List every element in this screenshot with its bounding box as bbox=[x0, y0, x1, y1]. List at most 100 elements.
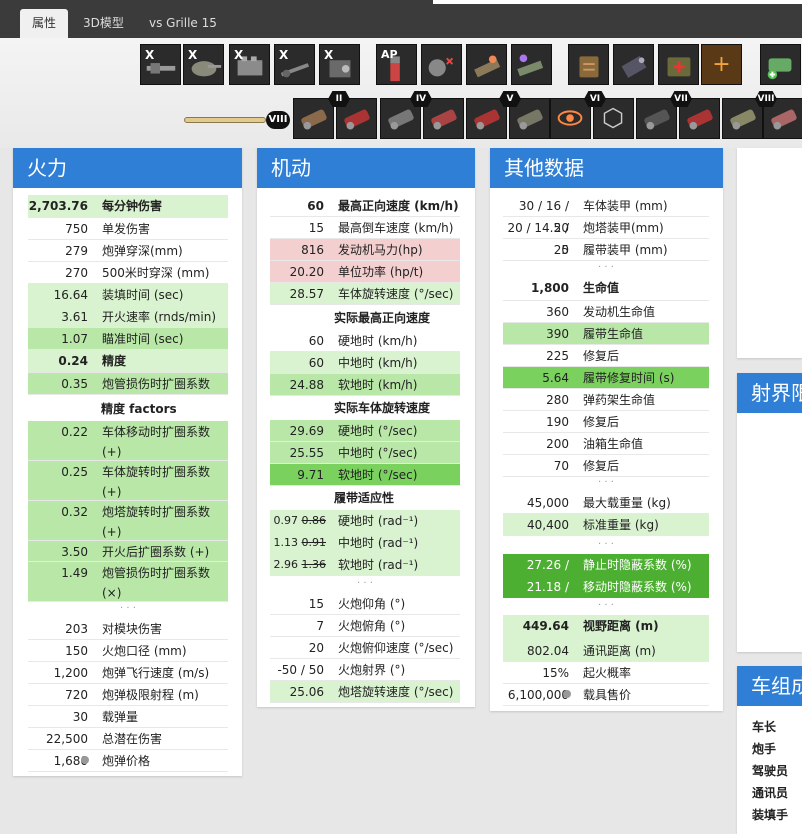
module-slot[interactable] bbox=[722, 98, 763, 139]
stat-value: 279 bbox=[65, 244, 88, 258]
preview-panel bbox=[737, 148, 802, 358]
stat-value: 30 bbox=[72, 710, 88, 724]
stat-row: 2.96 1.36 软地时 (rad⁻¹) bbox=[270, 554, 460, 576]
stat-row: 150 火炮口径 (mm) bbox=[28, 640, 228, 662]
stat-value: 28.57 bbox=[289, 287, 324, 301]
row-divider bbox=[270, 575, 460, 576]
stat-label: 车体旋转速度 (°/sec) bbox=[338, 287, 454, 301]
top-divider bbox=[433, 0, 802, 4]
crew-member[interactable]: 炮手 bbox=[752, 740, 776, 757]
stat-label: 车体装甲 (mm) bbox=[583, 199, 668, 213]
equipment-slot[interactable] bbox=[568, 44, 609, 85]
stat-row: 0.35 炮管损伤时扩圈系数 bbox=[28, 373, 228, 395]
crew-member[interactable]: 车长 bbox=[752, 718, 776, 735]
stat-row: 390 履带生命值 bbox=[503, 323, 709, 345]
stat-value: 1,200 bbox=[53, 666, 88, 680]
old-value: 0.86 bbox=[301, 514, 327, 527]
new-value: 0.97 bbox=[273, 514, 302, 527]
stat-label: 对模块伤害 bbox=[102, 622, 163, 636]
tier-badge-small: II bbox=[328, 91, 350, 107]
stat-row: 2,703.76 每分钟伤害 bbox=[28, 195, 228, 218]
row-divider bbox=[270, 304, 460, 305]
first-aid-icon bbox=[667, 57, 691, 77]
equipment-slot[interactable] bbox=[511, 44, 552, 85]
stat-row: 60 硬地时 (km/h) bbox=[270, 330, 460, 352]
stat-row: 1,800 生命值 bbox=[503, 277, 709, 301]
other-data-title: 其他数据 bbox=[490, 148, 723, 188]
stat-value: 390 bbox=[546, 327, 569, 341]
stat-value: 200 bbox=[546, 437, 569, 451]
stat-value: 25.06 bbox=[289, 685, 324, 699]
crew-member[interactable]: 通讯员 bbox=[752, 784, 788, 801]
stat-label: 视野距离 (m) bbox=[583, 619, 659, 633]
stat-label: 通讯距离 (m) bbox=[583, 644, 656, 658]
extinguisher-icon bbox=[621, 55, 647, 78]
stat-value: 1,800 bbox=[531, 281, 569, 295]
module-slot[interactable] bbox=[466, 98, 507, 139]
equipment-slot[interactable]: X bbox=[274, 44, 315, 85]
module-slot[interactable] bbox=[636, 98, 677, 139]
stat-value: 0.24 bbox=[58, 354, 88, 368]
more-dots: · · · bbox=[598, 477, 614, 488]
equipment-slot[interactable] bbox=[421, 44, 462, 85]
tab-compare[interactable]: vs Grille 15 bbox=[137, 9, 229, 38]
stat-row: 200 油箱生命值 bbox=[503, 433, 709, 455]
real-turn-heading: 实际车体旋转速度 bbox=[334, 401, 431, 415]
stat-value: -50 / 50 bbox=[277, 663, 324, 677]
tab-properties[interactable]: 属性 bbox=[20, 9, 69, 38]
stat-row: 6,100,000 载具售价 bbox=[503, 684, 709, 706]
stat-row: 802.04 通讯距离 (m) bbox=[503, 640, 709, 662]
stat-label: 车体旋转时扩圈系数 (+) bbox=[102, 465, 211, 499]
stat-row: 0.32 炮塔旋转时扩圈系数 (+) bbox=[28, 501, 228, 541]
stat-label: 单位功率 (hp/t) bbox=[338, 265, 424, 279]
stat-row: 15 火炮仰角 (°) bbox=[270, 593, 460, 615]
equipment-slot[interactable] bbox=[658, 44, 699, 85]
stat-label: 发动机马力(hp) bbox=[338, 243, 423, 257]
stat-row: -50 / 50 火炮射界 (°) bbox=[270, 659, 460, 681]
stat-row: 816 发动机马力(hp) bbox=[270, 239, 460, 261]
stat-value: 720 bbox=[65, 688, 88, 702]
equipment-slot[interactable]: AP bbox=[376, 44, 417, 85]
crew-member[interactable]: 装填手 bbox=[752, 806, 788, 823]
equipment-slot[interactable] bbox=[613, 44, 654, 85]
stat-label: 最高正向速度 (km/h) bbox=[338, 199, 459, 213]
crew-member[interactable]: 驾驶员 bbox=[752, 762, 788, 779]
stat-row: 45,000 最大载重量 (kg) bbox=[503, 492, 709, 514]
stat-value: 449.64 bbox=[522, 619, 569, 633]
equipment-slot[interactable]: X bbox=[140, 44, 181, 85]
module-slot[interactable] bbox=[293, 98, 334, 139]
top-bar: 属性 3D模型 vs Grille 15 bbox=[0, 0, 802, 38]
equipment-slot[interactable]: X bbox=[319, 44, 360, 85]
stat-label: 火炮俯角 (°) bbox=[338, 619, 406, 633]
stat-label: 履带修复时间 (s) bbox=[583, 371, 675, 385]
equipment-slot[interactable]: X bbox=[229, 44, 270, 85]
stat-row: 270 500米时穿深 (mm) bbox=[28, 262, 228, 284]
stat-value: 29.69 bbox=[289, 424, 324, 438]
stat-label: 总潜在伤害 bbox=[102, 732, 163, 746]
stat-row: 1,680 炮弹价格 bbox=[28, 750, 228, 772]
stat-label: 修复后 bbox=[583, 415, 620, 429]
stat-value: 3.50 bbox=[61, 545, 88, 559]
stat-row: 28.57 车体旋转速度 (°/sec) bbox=[270, 283, 460, 305]
stat-label: 软地时 (°/sec) bbox=[338, 468, 418, 482]
slot-mark: AP bbox=[381, 48, 398, 61]
equipment-slot[interactable] bbox=[760, 44, 801, 85]
stat-row: 0.97 0.86 硬地时 (rad⁻¹) bbox=[270, 510, 460, 532]
stat-label: 瞄准时间 (sec) bbox=[102, 332, 184, 346]
equipment-slot[interactable]: X bbox=[183, 44, 224, 85]
firepower-title: 火力 bbox=[13, 148, 242, 188]
stat-label: 开火后扩圈系数 (+) bbox=[102, 545, 210, 559]
equipment-slot[interactable] bbox=[466, 44, 507, 85]
stat-row: 25 履带装甲 (mm) bbox=[503, 239, 709, 261]
stat-label: 硬地时 (°/sec) bbox=[338, 424, 418, 438]
stat-value: 2.96 1.36 bbox=[270, 554, 332, 576]
module-slot[interactable] bbox=[550, 98, 591, 139]
stat-value: 0.35 bbox=[61, 377, 88, 391]
equipment-slot[interactable]: + bbox=[701, 44, 742, 85]
stat-row: 3.50 开火后扩圈系数 (+) bbox=[28, 541, 228, 562]
coin-icon bbox=[81, 756, 89, 764]
tier-slider[interactable] bbox=[184, 117, 266, 123]
stat-value: 21.18 / 2.09 bbox=[526, 580, 569, 616]
tab-3d-model[interactable]: 3D模型 bbox=[71, 9, 136, 38]
stat-value: 20.20 bbox=[289, 265, 324, 279]
